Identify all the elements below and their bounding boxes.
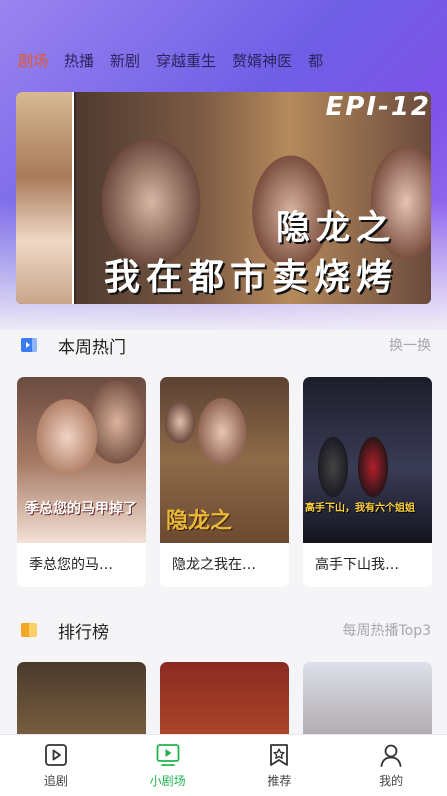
nav-label: 推荐 — [267, 774, 292, 788]
banner-title-line2: 我在都市卖烧烤 — [104, 256, 399, 298]
category-tabs: 剧场 热播 新剧 穿越重生 赘婿神医 都 — [0, 40, 447, 80]
ranking-card[interactable] — [17, 662, 146, 734]
nav-recommend[interactable]: 推荐 — [224, 735, 336, 796]
poster-title-art: 隐龙之 — [166, 508, 233, 534]
poster-title-art: 季总您的马甲掉了 — [25, 501, 137, 517]
drama-card[interactable]: 高手下山，我有六个姐姐 高手下山我… — [303, 377, 432, 587]
ranking-card[interactable] — [160, 662, 289, 734]
nav-label: 我的 — [379, 774, 404, 788]
ranking-subtitle[interactable]: 每周热播Top3 — [342, 620, 431, 640]
nav-label: 小剧场 — [149, 774, 186, 788]
poster-title-art: 高手下山，我有六个姐姐 — [305, 503, 415, 514]
tab-urban[interactable]: 都 — [308, 50, 323, 71]
banner-carousel[interactable]: EPI-12 隐龙之 我在都市卖烧烤 — [16, 92, 431, 304]
nav-mini-theater[interactable]: 小剧场 — [112, 735, 224, 796]
drama-title: 季总您的马… — [29, 557, 113, 573]
tab-son-in-law-doctor[interactable]: 赘婿神医 — [232, 50, 292, 71]
bottom-nav: 追剧 小剧场 推荐 我的 — [0, 734, 447, 796]
user-icon — [380, 744, 402, 767]
ranking-title: 排行榜 — [58, 622, 109, 643]
nav-follow[interactable]: 追剧 — [0, 735, 112, 796]
drama-poster[interactable] — [160, 662, 289, 734]
weekly-hot-title: 本周热门 — [58, 337, 126, 358]
drama-poster[interactable] — [303, 662, 432, 734]
tab-theater[interactable]: 剧场 — [0, 50, 48, 71]
ranking-header: 排行榜 每周热播Top3 — [0, 615, 447, 645]
ranking-icon — [21, 623, 37, 637]
drama-card[interactable]: 隐龙之 隐龙之我在… — [160, 377, 289, 587]
banner-episode-badge: EPI-12 — [325, 92, 431, 122]
tab-time-travel[interactable]: 穿越重生 — [156, 50, 216, 71]
tv-play-icon — [156, 744, 180, 766]
star-bookmark-icon — [270, 744, 289, 766]
drama-poster[interactable]: 季总您的马甲掉了 — [17, 377, 146, 543]
play-square-icon — [44, 744, 67, 766]
drama-card[interactable]: 季总您的马甲掉了 季总您的马… — [17, 377, 146, 587]
drama-title: 隐龙之我在… — [172, 557, 256, 573]
banner-prev-slide[interactable] — [16, 92, 74, 304]
ranking-card[interactable] — [303, 662, 432, 734]
tab-new[interactable]: 新剧 — [110, 50, 140, 71]
drama-poster[interactable]: 隐龙之 — [160, 377, 289, 543]
nav-profile[interactable]: 我的 — [335, 735, 447, 796]
tab-hot[interactable]: 热播 — [64, 50, 94, 71]
refresh-button[interactable]: 换一换 — [389, 335, 431, 355]
drama-poster[interactable] — [17, 662, 146, 734]
banner-title-line1: 隐龙之 — [276, 208, 396, 248]
weekly-hot-header: 本周热门 换一换 — [0, 330, 447, 360]
drama-poster[interactable]: 高手下山，我有六个姐姐 — [303, 377, 432, 543]
nav-label: 追剧 — [43, 774, 68, 788]
drama-title: 高手下山我… — [315, 557, 399, 573]
video-icon — [21, 338, 37, 352]
